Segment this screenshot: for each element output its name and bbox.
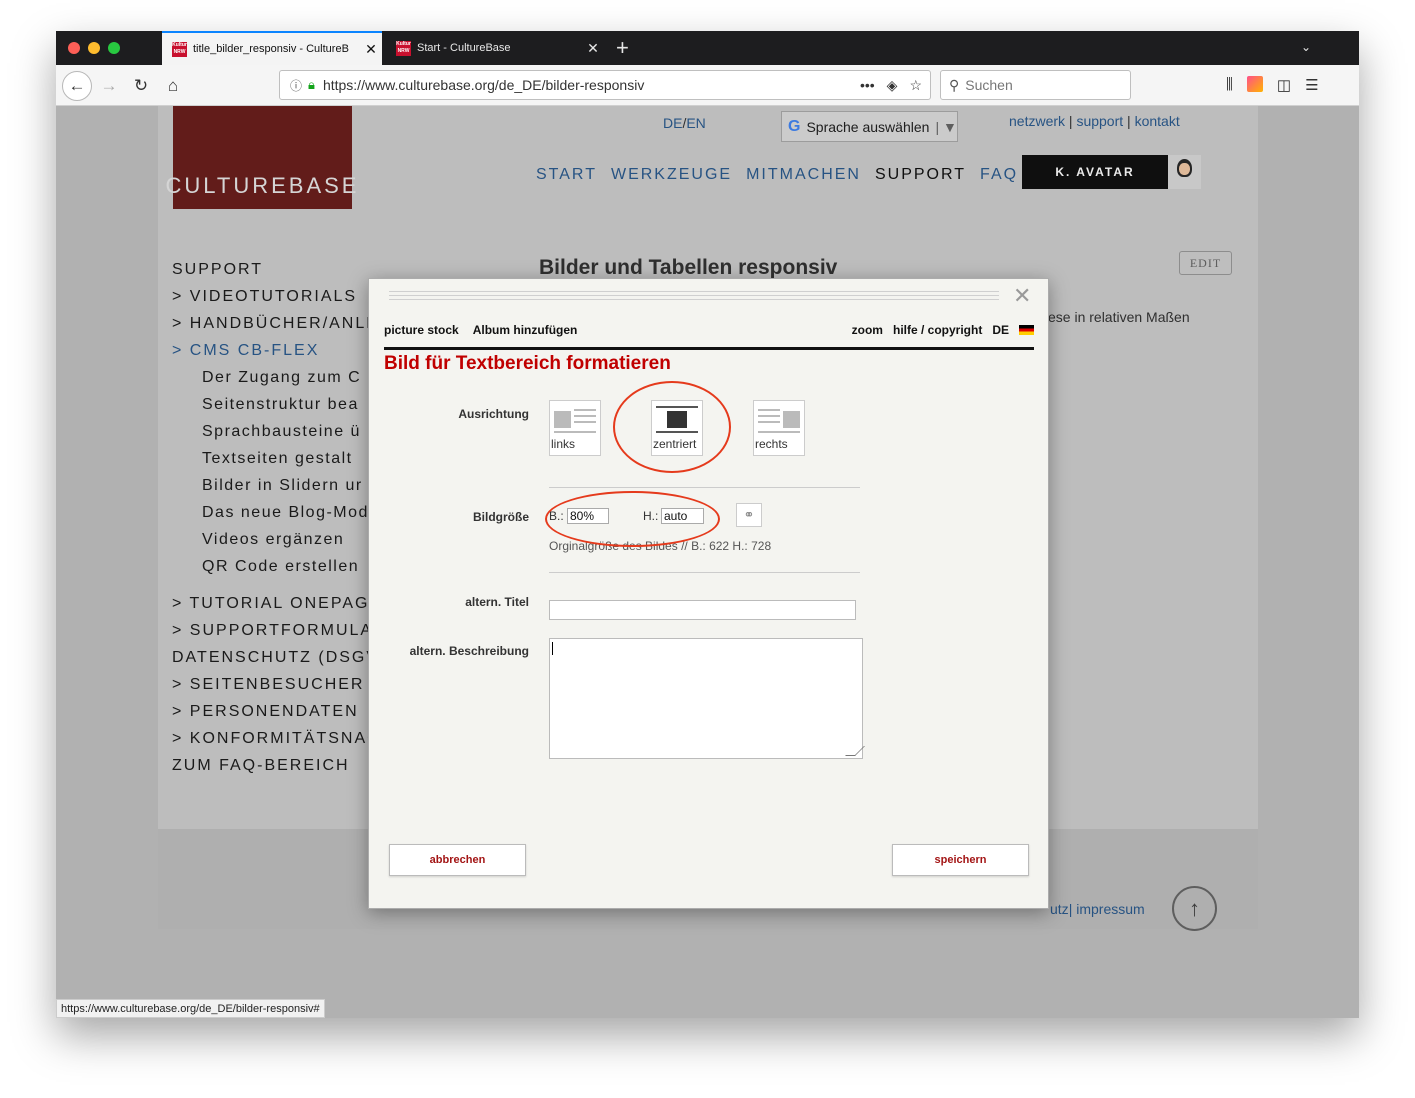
annotation-circle-size [545, 491, 720, 547]
lock-icon[interactable]: 🔒︎ [308, 77, 315, 93]
sidebar-toggle-icon[interactable]: ◫ [1277, 76, 1291, 94]
maximize-window-button[interactable] [108, 42, 120, 54]
close-window-button[interactable] [68, 42, 80, 54]
forward-arrow-icon[interactable]: → [94, 71, 124, 101]
german-flag-icon[interactable] [1019, 325, 1034, 335]
annotation-circle-alignment [613, 381, 731, 473]
save-button[interactable]: speichern [892, 844, 1029, 876]
image-size-label: Bildgröße [473, 510, 529, 524]
divider [549, 487, 860, 488]
alt-description-label: altern. Beschreibung [409, 644, 529, 658]
dialog-tabs: picture stock Album hinzufügen zoom hilf… [384, 323, 1034, 337]
library-icon[interactable]: ⫼ [1226, 76, 1233, 94]
tab-picture-stock[interactable]: picture stock [384, 323, 459, 337]
address-bar[interactable]: ⓘ 🔒︎ https://www.culturebase.org/de_DE/b… [279, 70, 931, 100]
extension-icon[interactable] [1246, 76, 1263, 92]
align-left-label: links [551, 437, 576, 451]
close-tab-icon[interactable]: ✕ [360, 41, 382, 58]
alignment-label: Ausrichtung [458, 407, 529, 421]
tab-list-chevron-down-icon[interactable]: ⌄ [1301, 40, 1311, 54]
home-icon[interactable]: ⌂ [158, 71, 188, 101]
minimize-window-button[interactable] [88, 42, 100, 54]
alt-title-label: altern. Titel [465, 595, 529, 609]
divider [384, 347, 1034, 350]
align-right-option[interactable]: rechts [753, 400, 805, 456]
pocket-icon[interactable]: ◈ [887, 77, 898, 94]
bookmark-star-icon[interactable]: ☆ [909, 77, 922, 94]
tab-bar: Kultur NRW title_bilder_responsiv - Cultu… [56, 31, 1359, 65]
close-tab-icon[interactable]: ✕ [582, 40, 604, 57]
dialog-language[interactable]: DE [992, 323, 1009, 337]
kultur-nrw-favicon-icon: Kultur NRW [396, 40, 411, 56]
search-box[interactable]: ⚲ Suchen [940, 70, 1131, 100]
status-bar-url: https://www.culturebase.org/de_DE/bilder… [56, 999, 325, 1018]
alt-title-input[interactable] [549, 600, 856, 620]
dialog-drag-handle[interactable] [389, 291, 999, 300]
tab-title: Start - CultureBase [417, 42, 511, 54]
cancel-button[interactable]: abbrechen [389, 844, 526, 876]
align-right-label: rechts [755, 437, 788, 451]
search-icon: ⚲ [949, 76, 960, 93]
close-icon[interactable]: ✕ [1013, 283, 1031, 309]
text-caret [552, 642, 553, 655]
dialog-title: Bild für Textbereich formatieren [384, 353, 671, 374]
divider [549, 572, 860, 573]
help-copyright-link[interactable]: hilfe / copyright [893, 323, 982, 337]
align-left-option[interactable]: links [549, 400, 601, 456]
info-icon[interactable]: ⓘ [290, 77, 302, 94]
page-viewport: CULTUREBASE DE/EN G Sprache auswählen | … [56, 106, 1359, 1018]
tab-start-culturebase[interactable]: Kultur NRW Start - CultureBase ✕ [386, 31, 604, 65]
search-placeholder: Suchen [965, 77, 1013, 93]
tab-bilder-responsiv[interactable]: Kultur NRW title_bilder_responsiv - Cultu… [162, 31, 382, 65]
image-format-dialog: ✕ picture stock Album hinzufügen zoom hi… [368, 278, 1049, 909]
kultur-nrw-favicon-icon: Kultur NRW [172, 41, 187, 57]
back-arrow-icon[interactable]: ← [62, 71, 92, 101]
tab-title: title_bilder_responsiv - CultureB [193, 43, 349, 55]
alt-description-textarea[interactable] [549, 638, 865, 759]
zoom-link[interactable]: zoom [852, 323, 883, 337]
link-chain-icon[interactable]: ⚭ [736, 503, 762, 527]
new-tab-plus-icon[interactable]: + [616, 35, 629, 61]
browser-window: Kultur NRW title_bilder_responsiv - Cultu… [56, 31, 1359, 1018]
page-actions-ellipsis-icon[interactable]: ••• [860, 77, 875, 94]
navigation-toolbar: ← → ↻ ⌂ ⓘ 🔒︎ https://www.culturebase.org… [56, 65, 1359, 106]
url-text[interactable]: https://www.culturebase.org/de_DE/bilder… [323, 77, 860, 93]
menu-hamburger-icon[interactable]: ☰ [1305, 76, 1318, 94]
resize-handle-icon[interactable] [845, 746, 865, 756]
tab-album-hinzufuegen[interactable]: Album hinzufügen [473, 323, 578, 337]
reload-icon[interactable]: ↻ [126, 71, 156, 101]
